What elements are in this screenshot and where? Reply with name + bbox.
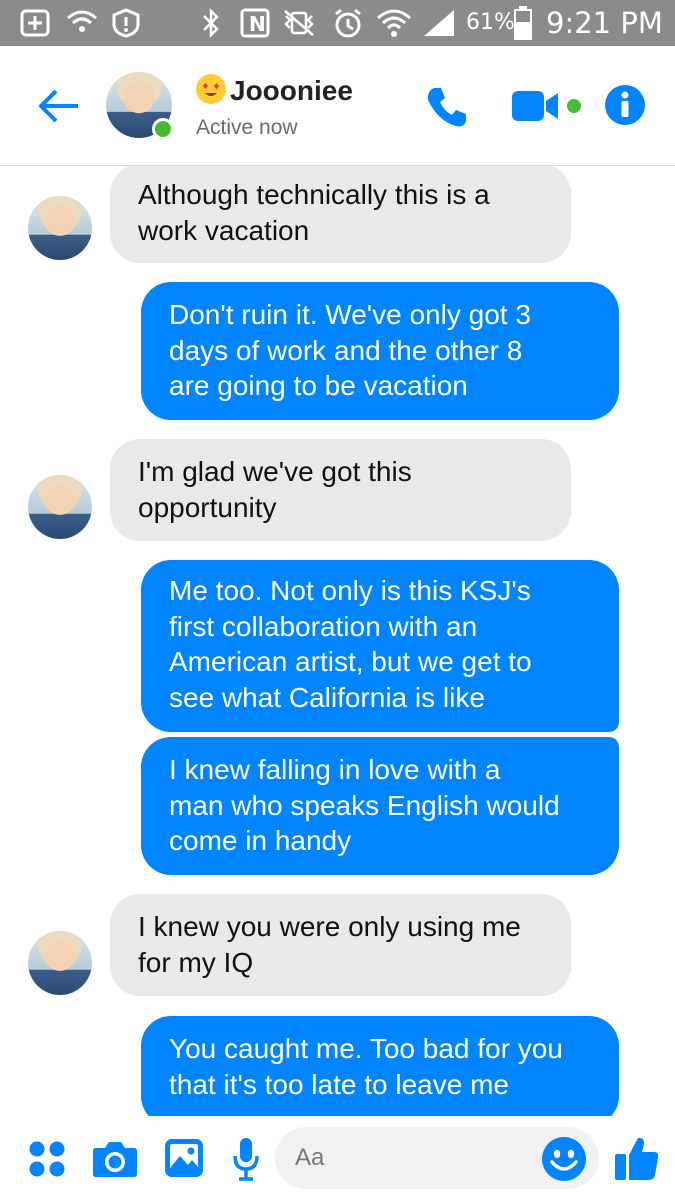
phone-icon[interactable]: [424, 84, 470, 130]
heart-eyes-emoji-icon: [196, 74, 226, 104]
outgoing-message[interactable]: Me too. Not only is this KSJ's first col…: [141, 560, 619, 732]
message-input-field[interactable]: [275, 1127, 599, 1189]
emoji-icon[interactable]: [541, 1136, 587, 1182]
message-text: Me too. Not only is this KSJ's first col…: [169, 575, 532, 713]
wifi-call-icon: [67, 10, 97, 32]
alarm-icon: [335, 8, 361, 38]
back-arrow-icon[interactable]: [36, 86, 80, 126]
contact-name[interactable]: Joooniee: [196, 74, 353, 107]
contact-status: Active now: [196, 116, 298, 139]
alert-shield-icon: [112, 8, 140, 38]
message-text: Although technically this is a work vaca…: [138, 179, 490, 246]
message-text: I'm glad we've got this opportunity: [138, 456, 412, 523]
message-thread[interactable]: Although technically this is a work vaca…: [0, 166, 675, 1116]
sender-avatar[interactable]: [28, 931, 92, 995]
incoming-message[interactable]: I knew you were only using me for my IQ: [110, 894, 571, 996]
outgoing-message[interactable]: I knew falling in love with a man who sp…: [141, 737, 619, 875]
bluetooth-icon: [203, 8, 219, 38]
avatar-image: [28, 475, 92, 539]
microphone-icon[interactable]: [232, 1136, 260, 1182]
incoming-message[interactable]: Although technically this is a work vaca…: [110, 166, 571, 263]
add-icon: [20, 9, 50, 37]
outgoing-message[interactable]: Don't ruin it. We've only got 3 days of …: [141, 282, 619, 420]
online-indicator: [152, 118, 174, 140]
message-text: I knew you were only using me for my IQ: [138, 911, 521, 978]
video-camera-icon[interactable]: [510, 88, 586, 124]
thumbs-up-icon[interactable]: [614, 1134, 660, 1182]
signal-icon: [424, 10, 454, 36]
clock-time: 9:21 PM: [546, 6, 663, 40]
message-text: I knew falling in love with a man who sp…: [169, 754, 560, 856]
message-text: You caught me. Too bad for you that it's…: [169, 1033, 563, 1100]
message-text: Don't ruin it. We've only got 3 days of …: [169, 299, 531, 401]
gallery-icon[interactable]: [164, 1138, 204, 1178]
battery-percent: 61%: [466, 10, 515, 35]
message-composer: [0, 1116, 675, 1200]
incoming-message[interactable]: I'm glad we've got this opportunity: [110, 439, 571, 541]
vibrate-mute-icon: [284, 10, 314, 36]
svg-text:N: N: [249, 12, 266, 36]
conversation-header: Joooniee Active now: [0, 46, 675, 166]
sender-avatar[interactable]: [28, 196, 92, 260]
nfc-icon: N: [240, 8, 270, 38]
message-input[interactable]: [295, 1127, 535, 1189]
contact-name-text: Joooniee: [230, 75, 353, 106]
info-icon[interactable]: [604, 84, 646, 126]
avatar-image: [28, 931, 92, 995]
battery-icon: [514, 6, 532, 40]
avatar-image: [28, 196, 92, 260]
status-bar: N 61% 9:21 PM: [0, 0, 675, 46]
contact-avatar[interactable]: [106, 72, 174, 140]
wifi-icon: [377, 9, 411, 37]
sender-avatar[interactable]: [28, 475, 92, 539]
apps-grid-icon[interactable]: [28, 1140, 66, 1178]
camera-icon[interactable]: [92, 1138, 138, 1178]
outgoing-message[interactable]: You caught me. Too bad for you that it's…: [141, 1016, 619, 1116]
